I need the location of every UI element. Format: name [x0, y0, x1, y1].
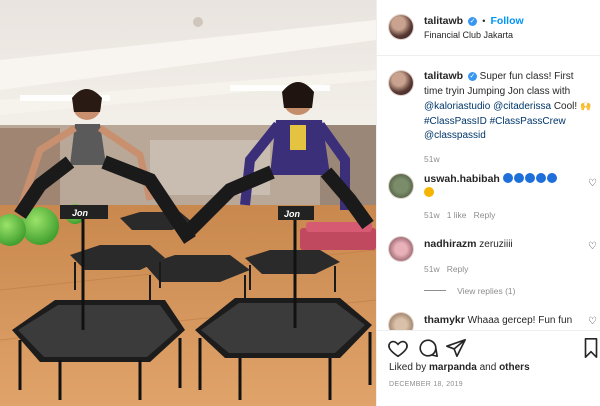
blue-heart-icon: [524, 173, 535, 183]
comments-section[interactable]: talitawb ✓ Super fun class! First time t…: [377, 57, 600, 330]
comment-avatar[interactable]: [389, 237, 413, 261]
follow-button[interactable]: Follow: [490, 15, 523, 27]
post-header: talitawb ✓ • Follow Financial Club Jakar…: [377, 0, 600, 56]
comment-text: zeruziiii: [479, 239, 513, 250]
gym-photo-illustration: Jon Jon: [0, 0, 376, 406]
comment-meta: 51w Reply: [424, 262, 579, 276]
avatar[interactable]: [389, 15, 413, 39]
post-side-panel: talitawb ✓ • Follow Financial Club Jakar…: [376, 0, 600, 406]
comment-like-heart-icon[interactable]: ♡: [588, 241, 597, 252]
caption: talitawb ✓ Super fun class! First time t…: [424, 69, 594, 166]
location-link[interactable]: Financial Club Jakarta: [424, 30, 513, 40]
comment-username[interactable]: nadhirazm: [424, 238, 477, 250]
mention-link[interactable]: @kaloriastudio: [424, 101, 490, 112]
reply-button[interactable]: Reply: [474, 210, 496, 220]
reply-button[interactable]: Reply: [447, 264, 469, 274]
praying-hands-emoji: 🙌: [579, 101, 592, 111]
comment-username[interactable]: thamykr: [424, 314, 465, 326]
blue-heart-icon: [546, 173, 557, 183]
comment-avatar[interactable]: [389, 174, 413, 198]
bookmark-icon[interactable]: [583, 337, 599, 359]
view-replies-label: View replies (1): [457, 286, 516, 296]
comment-meta: 51w 1 like Reply: [424, 208, 579, 222]
view-replies-button[interactable]: View replies (1): [424, 285, 594, 297]
caption-age[interactable]: 51w: [424, 152, 594, 167]
liked-by: Liked by marpanda and others: [389, 362, 530, 373]
heart-eyes-emoji: [424, 187, 434, 197]
header-line: talitawb ✓ • Follow: [424, 15, 524, 27]
liked-by-and: and: [476, 362, 500, 373]
blue-heart-icon: [535, 173, 546, 183]
liked-by-others[interactable]: others: [499, 362, 530, 373]
trampoline-brand-right: Jon: [284, 209, 301, 219]
comment-item: uswah.habibah 51w 1 like Reply: [424, 172, 579, 222]
comment-item: thamykr Whaaa gercep! Fun fun: [424, 313, 579, 328]
post-date[interactable]: DECEMBER 18, 2019: [389, 381, 463, 388]
heart-icon[interactable]: [387, 337, 409, 359]
comment-avatar[interactable]: [389, 313, 413, 330]
comment-username[interactable]: uswah.habibah: [424, 173, 500, 185]
hashtag-link[interactable]: #ClassPassCrew: [490, 116, 566, 127]
caption-avatar[interactable]: [389, 71, 413, 95]
caption-text-end: Cool!: [553, 101, 578, 112]
comment-like-heart-icon[interactable]: ♡: [588, 316, 597, 327]
comment-item: nadhirazm zeruziiii 51w Reply: [424, 237, 579, 276]
verified-icon: ✓: [468, 17, 478, 26]
hashtag-link[interactable]: #ClassPassID: [424, 116, 487, 127]
comment-text: Whaaa gercep! Fun fun: [467, 315, 573, 326]
comment-age[interactable]: 51w: [424, 210, 440, 220]
trampoline-brand-left: Jon: [72, 208, 89, 218]
mention-link[interactable]: @classpassid: [424, 130, 486, 141]
caption-username[interactable]: talitawb: [424, 70, 463, 82]
mention-link[interactable]: @citaderissa: [493, 101, 551, 112]
liked-by-prefix: Liked by: [389, 362, 430, 373]
separator-dot: •: [482, 16, 486, 26]
blue-heart-icon: [502, 173, 513, 183]
divider-line: [424, 290, 446, 291]
heart-emoji-row: [502, 173, 558, 185]
author-username[interactable]: talitawb: [424, 15, 463, 27]
blue-heart-icon: [513, 173, 524, 183]
liked-by-user[interactable]: marpanda: [429, 362, 477, 373]
verified-icon: ✓: [467, 72, 477, 81]
post-photo[interactable]: Jon Jon: [0, 0, 376, 406]
comment-age[interactable]: 51w: [424, 264, 440, 274]
comment-likes[interactable]: 1 like: [447, 210, 467, 220]
comment-icon[interactable]: [417, 337, 439, 359]
comment-like-heart-icon[interactable]: ♡: [588, 178, 597, 189]
post-actions: Liked by marpanda and others DECEMBER 18…: [377, 330, 600, 406]
instagram-post: Jon Jon talitawb ✓ • Follow Financial Cl…: [0, 0, 600, 406]
share-icon[interactable]: [445, 337, 467, 359]
